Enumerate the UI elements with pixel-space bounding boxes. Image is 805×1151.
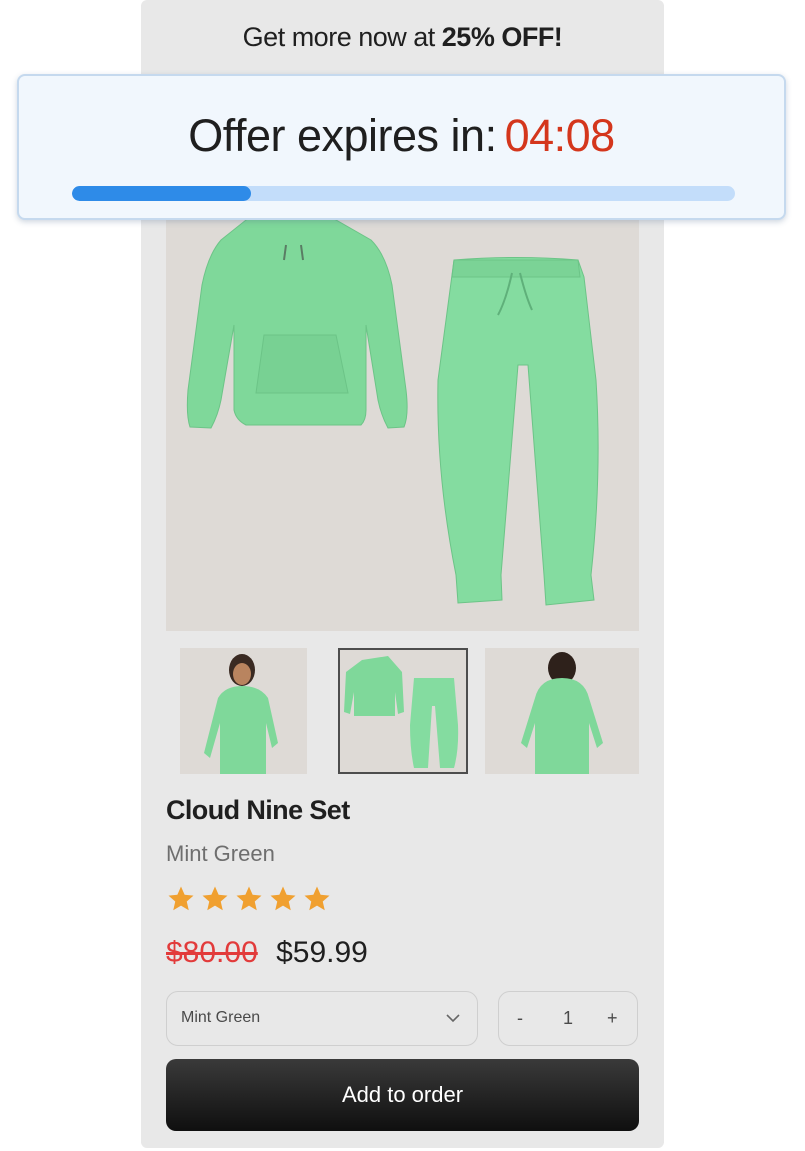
chevron-down-icon xyxy=(446,1014,460,1023)
star-icon xyxy=(304,886,330,911)
timer-text: Offer expires in: 04:08 xyxy=(19,110,784,162)
product-color: Mint Green xyxy=(166,841,275,866)
star-icon xyxy=(202,886,228,911)
timer-progress-bar xyxy=(72,186,735,201)
product-title: Cloud Nine Set xyxy=(166,795,350,825)
original-price: $80.00 xyxy=(166,936,258,969)
star-icon xyxy=(236,886,262,911)
decrease-quantity-button[interactable]: - xyxy=(517,1008,523,1029)
sale-price: $59.99 xyxy=(276,936,368,969)
timer-label: Offer expires in: xyxy=(188,110,497,161)
color-select-value: Mint Green xyxy=(181,1009,261,1026)
increase-quantity-button[interactable]: + xyxy=(607,1008,618,1029)
thumbnail-strip xyxy=(166,648,639,774)
star-icon xyxy=(270,886,296,911)
price-block: $80.00 $59.99 xyxy=(166,936,368,970)
flatlay-image xyxy=(344,656,459,768)
color-select[interactable]: Mint Green xyxy=(166,991,478,1046)
promo-discount: 25% OFF! xyxy=(441,22,563,52)
model-back-image xyxy=(521,652,603,774)
quantity-stepper: - 1 + xyxy=(498,991,638,1046)
thumbnail-flatlay[interactable] xyxy=(338,648,468,774)
promo-banner: Get more now at 25% OFF! xyxy=(141,22,664,53)
model-front-image xyxy=(204,654,278,774)
star-icon xyxy=(168,886,194,911)
offer-timer-banner: Offer expires in: 04:08 xyxy=(17,74,786,220)
hoodie-and-joggers-illustration xyxy=(186,215,599,606)
thumbnail-model-front[interactable] xyxy=(180,648,307,774)
add-to-order-button[interactable]: Add to order xyxy=(166,1059,639,1131)
timer-progress-fill xyxy=(72,186,251,201)
quantity-value: 1 xyxy=(563,1008,574,1028)
timer-countdown: 04:08 xyxy=(504,110,616,161)
star-rating xyxy=(166,884,336,916)
promo-text: Get more now at xyxy=(242,22,436,52)
thumbnail-model-back[interactable] xyxy=(485,648,639,774)
main-product-image xyxy=(166,215,639,631)
